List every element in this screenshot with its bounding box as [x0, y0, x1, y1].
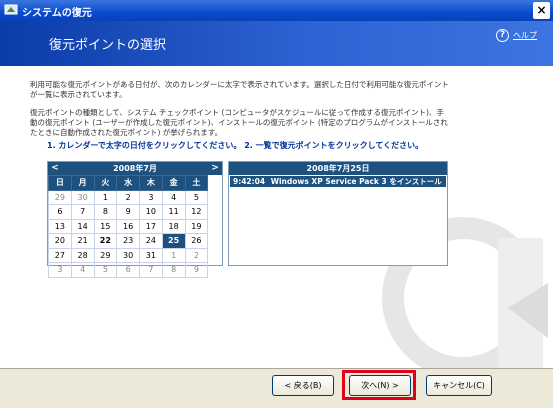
calendar-day-with-restore-point[interactable]: 22 [93, 233, 118, 249]
calendar-day[interactable]: 27 [48, 247, 72, 263]
calendar-week: 13 14 15 16 17 18 19 [48, 218, 209, 234]
calendar-day[interactable]: 30 [70, 189, 95, 205]
weekday-header: 月 [70, 175, 95, 191]
calendar-day[interactable]: 26 [184, 233, 209, 249]
restore-point-time: 9:42:04 [233, 177, 266, 186]
calendar-day[interactable]: 7 [70, 204, 95, 220]
calendar-day-selected[interactable]: 25 [161, 233, 186, 249]
calendar-week: 3 4 5 6 7 8 9 [48, 262, 209, 278]
title-bar: システムの復元 × [0, 0, 553, 21]
help-icon[interactable]: ? [496, 29, 509, 42]
calendar-day[interactable]: 5 [93, 262, 118, 278]
calendar: < 2008年7月 > 日 月 火 水 木 金 土 29 30 1 2 3 4 … [47, 161, 223, 278]
calendar-day[interactable]: 12 [184, 204, 209, 220]
calendar-week: 27 28 29 30 31 1 2 [48, 247, 209, 263]
calendar-day[interactable]: 24 [139, 233, 163, 249]
calendar-day[interactable]: 2 [116, 189, 140, 205]
calendar-day[interactable]: 5 [184, 189, 209, 205]
calendar-day[interactable]: 20 [48, 233, 72, 249]
calendar-day[interactable]: 30 [116, 247, 140, 263]
weekday-header: 火 [93, 175, 118, 191]
calendar-day[interactable]: 29 [48, 189, 72, 205]
calendar-day[interactable]: 1 [93, 189, 118, 205]
calendar-day[interactable]: 4 [161, 189, 186, 205]
restore-point-description: Windows XP Service Pack 3 をインストール [270, 177, 442, 186]
calendar-week: 6 7 8 9 10 11 12 [48, 204, 209, 220]
calendar-day[interactable]: 15 [93, 218, 118, 234]
intro-paragraph-1: 利用可能な復元ポイントがある日付が、次のカレンダーに太字で表示されています。選択… [30, 80, 449, 99]
calendar-day[interactable]: 31 [139, 247, 163, 263]
calendar-day[interactable]: 17 [139, 218, 163, 234]
calendar-day[interactable]: 14 [70, 218, 95, 234]
weekday-row: 日 月 火 水 木 金 土 [48, 175, 209, 191]
calendar-day[interactable]: 21 [70, 233, 95, 249]
weekday-header: 日 [48, 175, 72, 191]
weekday-header: 木 [139, 175, 163, 191]
weekday-header: 水 [116, 175, 140, 191]
calendar-day[interactable]: 6 [116, 262, 140, 278]
calendar-day[interactable]: 10 [139, 204, 163, 220]
instructions-label: 1. カレンダーで太字の日付をクリックしてください。 2. 一覧で復元ポイントを… [47, 141, 424, 150]
close-button[interactable]: × [533, 2, 550, 19]
calendar-day[interactable]: 2 [184, 247, 209, 263]
weekday-header: 土 [184, 175, 209, 191]
cancel-button[interactable]: キャンセル(C) [426, 375, 492, 396]
calendar-day[interactable]: 23 [116, 233, 140, 249]
calendar-day[interactable]: 8 [93, 204, 118, 220]
restore-point-list: 2008年7月25日 9:42:04 Windows XP Service Pa… [228, 161, 448, 266]
calendar-day[interactable]: 9 [116, 204, 140, 220]
calendar-week: 20 21 22 23 24 25 26 [48, 233, 209, 249]
intro-paragraph-2: 復元ポイントの種類として、システム チェックポイント (コンピュータがスケジュー… [30, 108, 448, 137]
calendar-header: < 2008年7月 > [48, 162, 222, 175]
calendar-day[interactable]: 19 [184, 218, 209, 234]
calendar-week: 29 30 1 2 3 4 5 [48, 189, 209, 205]
window-title: システムの復元 [22, 8, 92, 19]
calendar-day[interactable]: 28 [70, 247, 95, 263]
calendar-day[interactable]: 18 [161, 218, 186, 234]
weekday-header: 金 [161, 175, 186, 191]
calendar-day[interactable]: 7 [139, 262, 163, 278]
calendar-day[interactable]: 3 [48, 262, 72, 278]
calendar-day[interactable]: 8 [161, 262, 186, 278]
calendar-day[interactable]: 11 [161, 204, 186, 220]
restore-point-list-header: 2008年7月25日 [229, 162, 447, 175]
next-button-highlight [342, 370, 416, 400]
calendar-day[interactable]: 9 [184, 262, 209, 278]
wizard-header: 復元ポイントの選択 ? ヘルプ [0, 21, 553, 66]
calendar-month-title: 2008年7月 [113, 164, 157, 173]
calendar-day[interactable]: 1 [161, 247, 186, 263]
calendar-day[interactable]: 6 [48, 204, 72, 220]
system-restore-icon [4, 4, 18, 15]
back-button[interactable]: < 戻る(B) [272, 375, 334, 396]
page-title: 復元ポイントの選択 [49, 38, 167, 53]
calendar-grid: 日 月 火 水 木 金 土 29 30 1 2 3 4 5 6 7 8 9 10… [48, 175, 209, 278]
calendar-day[interactable]: 4 [70, 262, 95, 278]
button-bar: < 戻る(B) 次へ(N) > キャンセル(C) [0, 369, 553, 408]
calendar-day[interactable]: 16 [116, 218, 140, 234]
restore-point-item[interactable]: 9:42:04 Windows XP Service Pack 3 をインストー… [230, 176, 446, 187]
calendar-day[interactable]: 29 [93, 247, 118, 263]
calendar-day[interactable]: 3 [139, 189, 163, 205]
help-link[interactable]: ヘルプ [513, 30, 537, 41]
calendar-day[interactable]: 13 [48, 218, 72, 234]
next-month-button[interactable]: > [210, 163, 220, 173]
